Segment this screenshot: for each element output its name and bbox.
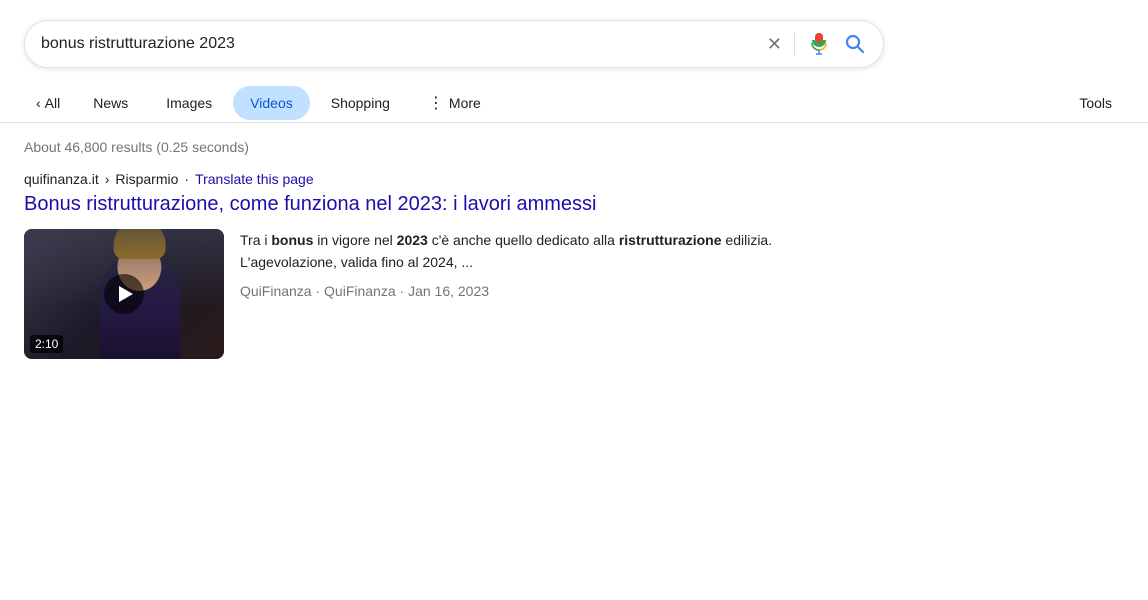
result-title[interactable]: Bonus ristrutturazione, come funziona ne… (24, 191, 836, 217)
search-tabs: ‹ All News Images Videos Shopping ⋮ More… (0, 80, 1148, 123)
voice-search-icon[interactable] (807, 32, 831, 56)
result-path: Risparmio (115, 171, 178, 187)
search-bar-divider (794, 32, 795, 56)
tab-all[interactable]: ‹ All (24, 87, 72, 119)
video-duration: 2:10 (30, 335, 63, 353)
search-result: quifinanza.it › Risparmio · Translate th… (0, 163, 860, 367)
play-button[interactable] (104, 274, 144, 314)
tab-more-label: More (449, 95, 481, 111)
tab-videos[interactable]: Videos (233, 86, 310, 120)
tab-news-label: News (93, 95, 128, 111)
result-body: 2:10 Tra i bonus in vigore nel 2023 c'è … (24, 229, 836, 359)
result-separator: › (105, 171, 110, 187)
tab-news[interactable]: News (76, 86, 145, 120)
search-bar-container: ✕ (0, 0, 1148, 80)
tab-images-label: Images (166, 95, 212, 111)
results-count: About 46,800 results (0.25 seconds) (0, 123, 1148, 163)
search-input[interactable] (41, 35, 755, 53)
translate-link[interactable]: Translate this page (195, 171, 314, 187)
tab-videos-label: Videos (250, 95, 293, 111)
tab-shopping[interactable]: Shopping (314, 86, 407, 120)
tab-tools-label: Tools (1079, 95, 1112, 111)
tab-images[interactable]: Images (149, 86, 229, 120)
snippet-text: Tra i bonus in vigore nel 2023 c'è anche… (240, 232, 772, 270)
clear-icon[interactable]: ✕ (767, 34, 782, 55)
tab-tools[interactable]: Tools (1067, 87, 1124, 119)
chevron-left-icon: ‹ (36, 95, 41, 111)
tab-shopping-label: Shopping (331, 95, 390, 111)
search-submit-icon[interactable] (843, 32, 867, 56)
tab-all-label: All (45, 95, 61, 111)
search-bar: ✕ (24, 20, 884, 68)
result-url-line: quifinanza.it › Risparmio · Translate th… (24, 171, 836, 187)
results-info-text: About 46,800 results (0.25 seconds) (24, 139, 249, 155)
snippet-meta: QuiFinanza · QuiFinanza · Jan 16, 2023 (240, 280, 836, 302)
result-snippet: Tra i bonus in vigore nel 2023 c'è anche… (240, 229, 836, 302)
more-dots-icon: ⋮ (428, 93, 445, 113)
result-dot: · (184, 171, 189, 187)
tab-more[interactable]: ⋮ More (411, 84, 498, 122)
result-site: quifinanza.it (24, 171, 99, 187)
video-thumbnail[interactable]: 2:10 (24, 229, 224, 359)
